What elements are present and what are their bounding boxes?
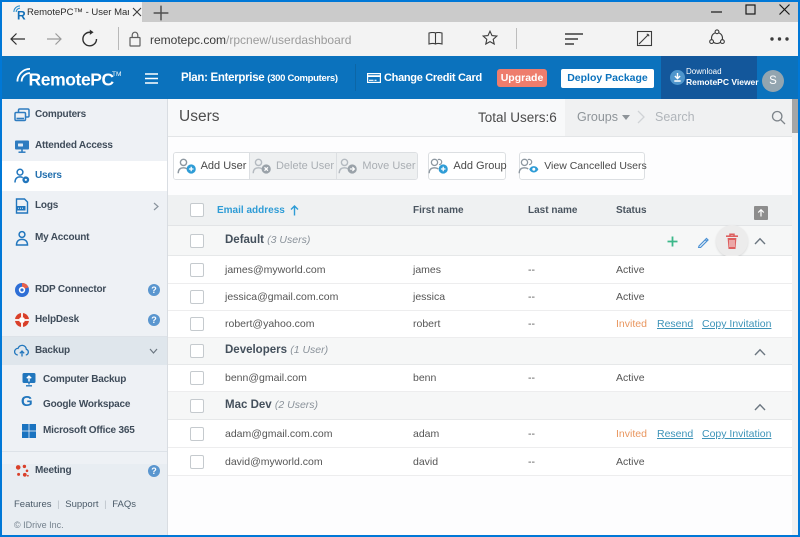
svg-text:RemotePC: RemotePC (29, 70, 115, 90)
svg-text:R: R (17, 9, 26, 23)
svg-text:TM: TM (112, 71, 121, 78)
